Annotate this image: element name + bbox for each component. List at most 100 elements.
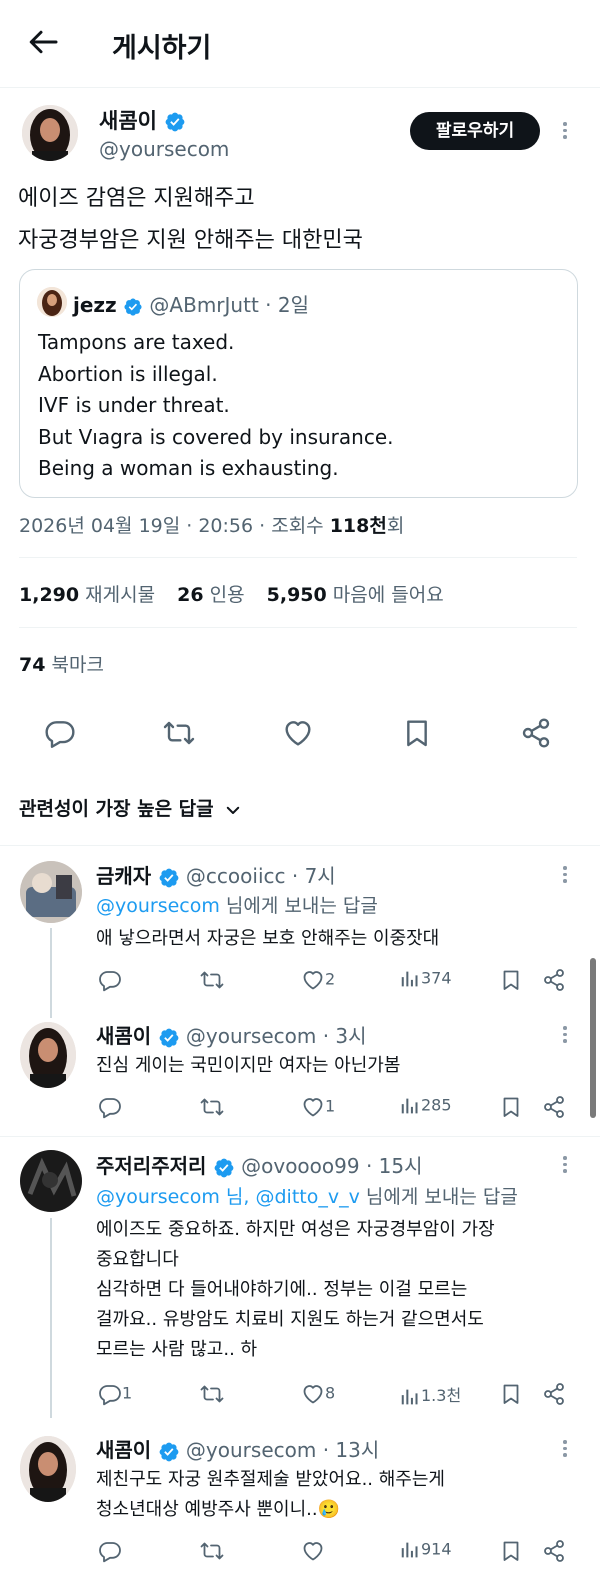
quoted-text-line: Abortion is illegal. [38,361,218,386]
like-count: 2 [325,969,336,989]
reply-text: 진심 게이는 국민이지만 여자는 아닌가봄 [96,1055,401,1076]
mention-link[interactable]: @yoursecom 님, @ditto_v_v [96,1186,360,1208]
follow-button[interactable]: 팔로우하기 [410,112,540,150]
reply-button[interactable]: 1 [98,1382,132,1406]
reply-author-name[interactable]: 새콤이 [96,1438,151,1462]
top-bar [0,0,600,88]
reply-time: · 7시 [291,864,336,888]
reply-author-name[interactable]: 새콤이 [96,1024,151,1048]
page-title: 게시하기 [112,33,212,64]
author-handle[interactable]: @yoursecom [99,137,229,161]
share-icon[interactable] [520,717,552,749]
reply-text-line: 중요합니다 [96,1249,179,1270]
reply-icon[interactable] [98,1095,122,1123]
reply-author-handle[interactable]: @yoursecom [186,1024,316,1048]
reply-icon[interactable] [98,968,122,996]
reply-avatar[interactable] [20,1436,76,1502]
verified-badge-icon [123,297,143,317]
thread-line [50,928,52,1018]
like-button[interactable]: 1 [301,1095,335,1119]
reposts-stat[interactable]: 1,290 재게시물 [19,584,155,606]
sort-label[interactable]: 관련성이 가장 높은 답글 [19,798,214,820]
quoted-author-handle: @ABmrJutt [149,293,259,317]
bookmarks-stat[interactable]: 74 북마크 [19,650,104,677]
scrollbar[interactable] [590,958,596,1118]
share-icon[interactable] [542,1095,566,1123]
bookmark-icon[interactable] [499,968,523,996]
reply-action-bar: 2 374 [96,966,576,996]
replying-to-label: 님에게 보내는 답글 [359,1186,518,1208]
view-count: 118천 [329,515,387,537]
reply-text-line: 걸까요.. 유방암도 치료비 지원도 하는거 같으면서도 [96,1309,484,1330]
reply-author-handle[interactable]: @ccooiicc [186,864,286,888]
author-name[interactable]: 새콤이 [99,109,157,133]
views-button[interactable]: 285 [399,1095,452,1117]
views-button[interactable]: 374 [399,968,452,990]
quoted-text-line: But Vıagra is covered by insurance. [38,424,394,449]
divider [19,627,577,628]
views-button[interactable]: 914 [399,1539,452,1561]
reply-text: 제친구도 자궁 원추절제술 받았어요.. 해주는게 청소년대상 예방주사 뿐이니… [96,1465,445,1525]
reply-action-bar: 1 285 [96,1093,576,1123]
share-icon[interactable] [542,1382,566,1410]
bookmark-icon[interactable] [499,1539,523,1567]
repost-icon[interactable] [163,717,195,749]
like-button[interactable]: 2 [301,968,335,992]
reply-text-line: 청소년대상 예방주사 뿐이니..🥲 [96,1499,341,1520]
replying-to: @yoursecom 님에게 보내는 답글 [96,891,378,918]
reply-text-line: 모르는 사람 많고.. 하 [96,1339,258,1360]
more-options-icon[interactable] [556,1024,574,1046]
reply-avatar[interactable] [20,861,82,923]
reply-header: 주저리주저리 @ovoooo99 · 15시 [96,1150,423,1179]
share-icon[interactable] [542,968,566,996]
reply-icon[interactable] [44,717,76,749]
author-avatar[interactable] [22,105,78,161]
like-button[interactable]: 8 [301,1382,335,1406]
repost-icon[interactable] [200,1095,224,1123]
mention-link[interactable]: @yoursecom [96,895,220,917]
verified-badge-icon [164,111,186,133]
back-arrow-icon[interactable] [26,24,62,60]
post-text-line-1: 에이즈 감염은 지원해주고 [18,186,255,211]
more-options-icon[interactable] [556,120,574,142]
verified-badge-icon [158,1441,180,1463]
reply-author-handle[interactable]: @ovoooo99 [241,1154,359,1178]
reply-icon[interactable] [98,1539,122,1567]
repost-icon[interactable] [200,968,224,996]
divider [19,557,577,558]
bookmark-icon[interactable] [499,1382,523,1410]
quoted-text-line: IVF is under threat. [38,393,230,417]
share-icon[interactable] [542,1539,566,1567]
author-name-row[interactable]: 새콤이 [99,105,186,135]
reply-header: 새콤이 @yoursecom · 13시 [96,1434,379,1463]
verified-badge-icon [158,1027,180,1049]
quotes-stat[interactable]: 26 인용 [177,584,244,606]
divider [0,1136,600,1137]
reply-sort-dropdown[interactable]: 관련성이 가장 높은 답글 [19,794,242,821]
view-count: 374 [421,968,452,988]
repost-icon[interactable] [200,1382,224,1410]
post-timestamp: 2026년 04월 19일 · 20:56 · 조회수 [19,515,330,537]
more-options-icon[interactable] [556,1438,574,1460]
reply-avatar[interactable] [20,1150,82,1212]
reply-author-name[interactable]: 금캐자 [96,864,151,888]
more-options-icon[interactable] [556,1154,574,1176]
like-count: 1 [325,1096,336,1116]
reply-author-handle[interactable]: @yoursecom [186,1438,316,1462]
reply-time: · 13시 [322,1438,380,1462]
views-button[interactable]: 1.3천 [399,1382,461,1408]
replying-to: @yoursecom 님, @ditto_v_v 님에게 보내는 답글 [96,1182,518,1209]
bookmark-icon[interactable] [401,717,433,749]
bookmark-icon[interactable] [499,1095,523,1123]
quoted-post-time: · 2일 [265,293,309,317]
reply-author-name[interactable]: 주저리주저리 [96,1154,206,1178]
like-icon[interactable] [301,1539,325,1567]
quoted-author-row: jezz @ABmrJutt · 2일 [73,289,309,318]
engagement-stats: 1,290 재게시물 26 인용 5,950 마음에 들어요 [19,580,444,607]
reply-avatar[interactable] [20,1022,76,1088]
likes-stat[interactable]: 5,950 마음에 들어요 [267,584,444,606]
more-options-icon[interactable] [556,864,574,886]
reply-text: 애 낳으라면서 자궁은 보호 안해주는 이중잣대 [96,928,440,949]
like-icon[interactable] [282,717,314,749]
repost-icon[interactable] [200,1539,224,1567]
